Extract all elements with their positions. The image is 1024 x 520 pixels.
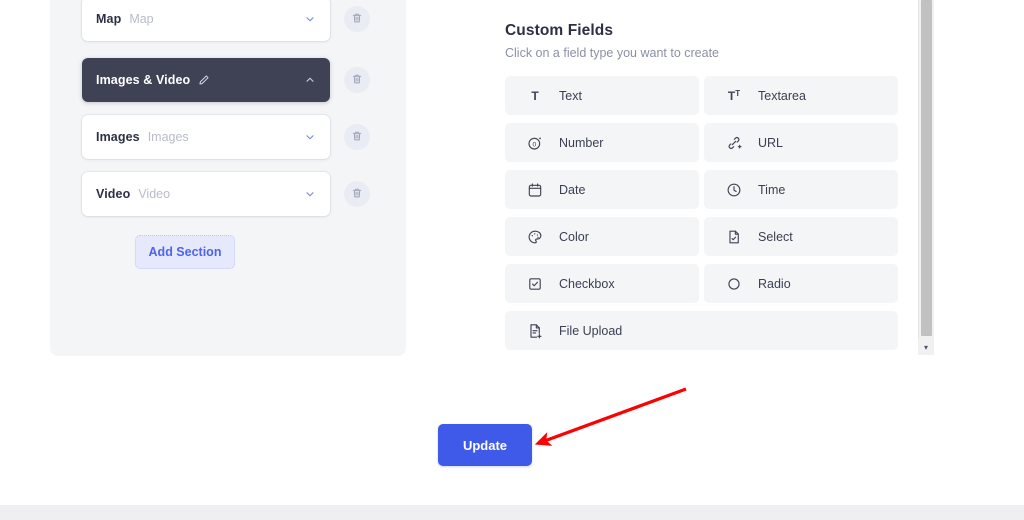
field-type-label: Number (559, 136, 603, 150)
calendar-icon (527, 182, 543, 198)
number-icon: 0 (527, 135, 543, 151)
page-bottom-band (0, 505, 1024, 520)
section-row[interactable]: Images & Video (82, 58, 330, 102)
section-row-placeholder: Video (138, 187, 170, 201)
field-type-card[interactable]: T Text (505, 76, 699, 115)
link-icon (726, 135, 742, 151)
trash-icon (351, 130, 363, 145)
field-type-label: Select (758, 230, 793, 244)
field-type-card[interactable]: Color (505, 217, 699, 256)
field-type-label: URL (758, 136, 783, 150)
select-file-icon (726, 229, 742, 245)
field-type-card[interactable]: Date (505, 170, 699, 209)
checkbox-icon (527, 276, 543, 292)
section-row-label: Images & Video (96, 73, 190, 87)
custom-fields-subtitle: Click on a field type you want to create (505, 46, 719, 60)
vertical-scrollbar-thumb[interactable] (921, 0, 932, 336)
field-type-card[interactable]: TT Textarea (704, 76, 898, 115)
field-type-card[interactable]: Time (704, 170, 898, 209)
field-type-card[interactable]: 0 Number (505, 123, 699, 162)
field-type-label: Radio (758, 277, 791, 291)
scroll-down-arrow-icon[interactable]: ▾ (918, 339, 934, 355)
section-row[interactable]: Map Map (82, 0, 330, 41)
chevron-up-icon[interactable] (304, 74, 316, 86)
palette-icon (527, 229, 543, 245)
custom-fields-panel: Custom Fields Click on a field type you … (440, 0, 940, 360)
delete-section-button[interactable] (344, 124, 370, 150)
delete-section-button[interactable] (344, 181, 370, 207)
pencil-icon[interactable] (198, 74, 210, 86)
custom-fields-title: Custom Fields (505, 22, 613, 40)
update-button[interactable]: Update (438, 424, 532, 466)
section-row-label: Map (96, 12, 121, 26)
field-type-card[interactable]: URL (704, 123, 898, 162)
add-section-button[interactable]: Add Section (135, 235, 235, 269)
chevron-down-icon[interactable] (304, 188, 316, 200)
field-type-label: File Upload (559, 324, 622, 338)
field-type-label: Date (559, 183, 585, 197)
chevron-down-icon[interactable] (304, 13, 316, 25)
field-type-label: Color (559, 230, 589, 244)
chevron-down-icon[interactable] (304, 131, 316, 143)
section-builder-panel: AddressAddressMapMapImages & VideoImages… (50, 0, 406, 356)
delete-section-button[interactable] (344, 6, 370, 32)
field-type-label: Textarea (758, 89, 806, 103)
trash-icon (351, 187, 363, 202)
field-type-card[interactable]: File Upload (505, 311, 898, 350)
field-type-card[interactable]: Select (704, 217, 898, 256)
app-screenshot: AddressAddressMapMapImages & VideoImages… (0, 0, 1024, 520)
field-type-label: Text (559, 89, 582, 103)
section-row-placeholder: Map (129, 12, 153, 26)
trash-icon (351, 12, 363, 27)
clock-icon (726, 182, 742, 198)
file-upload-icon (527, 323, 543, 339)
field-type-label: Time (758, 183, 785, 197)
delete-section-button[interactable] (344, 67, 370, 93)
section-row-label: Images (96, 130, 140, 144)
section-row[interactable]: Images Images (82, 115, 330, 159)
field-type-card[interactable]: Radio (704, 264, 898, 303)
section-row-placeholder: Images (148, 130, 189, 144)
text-icon: T (527, 88, 543, 104)
svg-text:0: 0 (532, 141, 536, 148)
section-row-label: Video (96, 187, 130, 201)
trash-icon (351, 73, 363, 88)
radio-icon (726, 276, 742, 292)
textarea-icon: TT (726, 88, 742, 104)
field-type-label: Checkbox (559, 277, 615, 291)
field-type-card[interactable]: Checkbox (505, 264, 699, 303)
section-row[interactable]: Video Video (82, 172, 330, 216)
field-type-grid: T Text TT Textarea 0 Number URL Date Time Color Se… (505, 76, 899, 350)
